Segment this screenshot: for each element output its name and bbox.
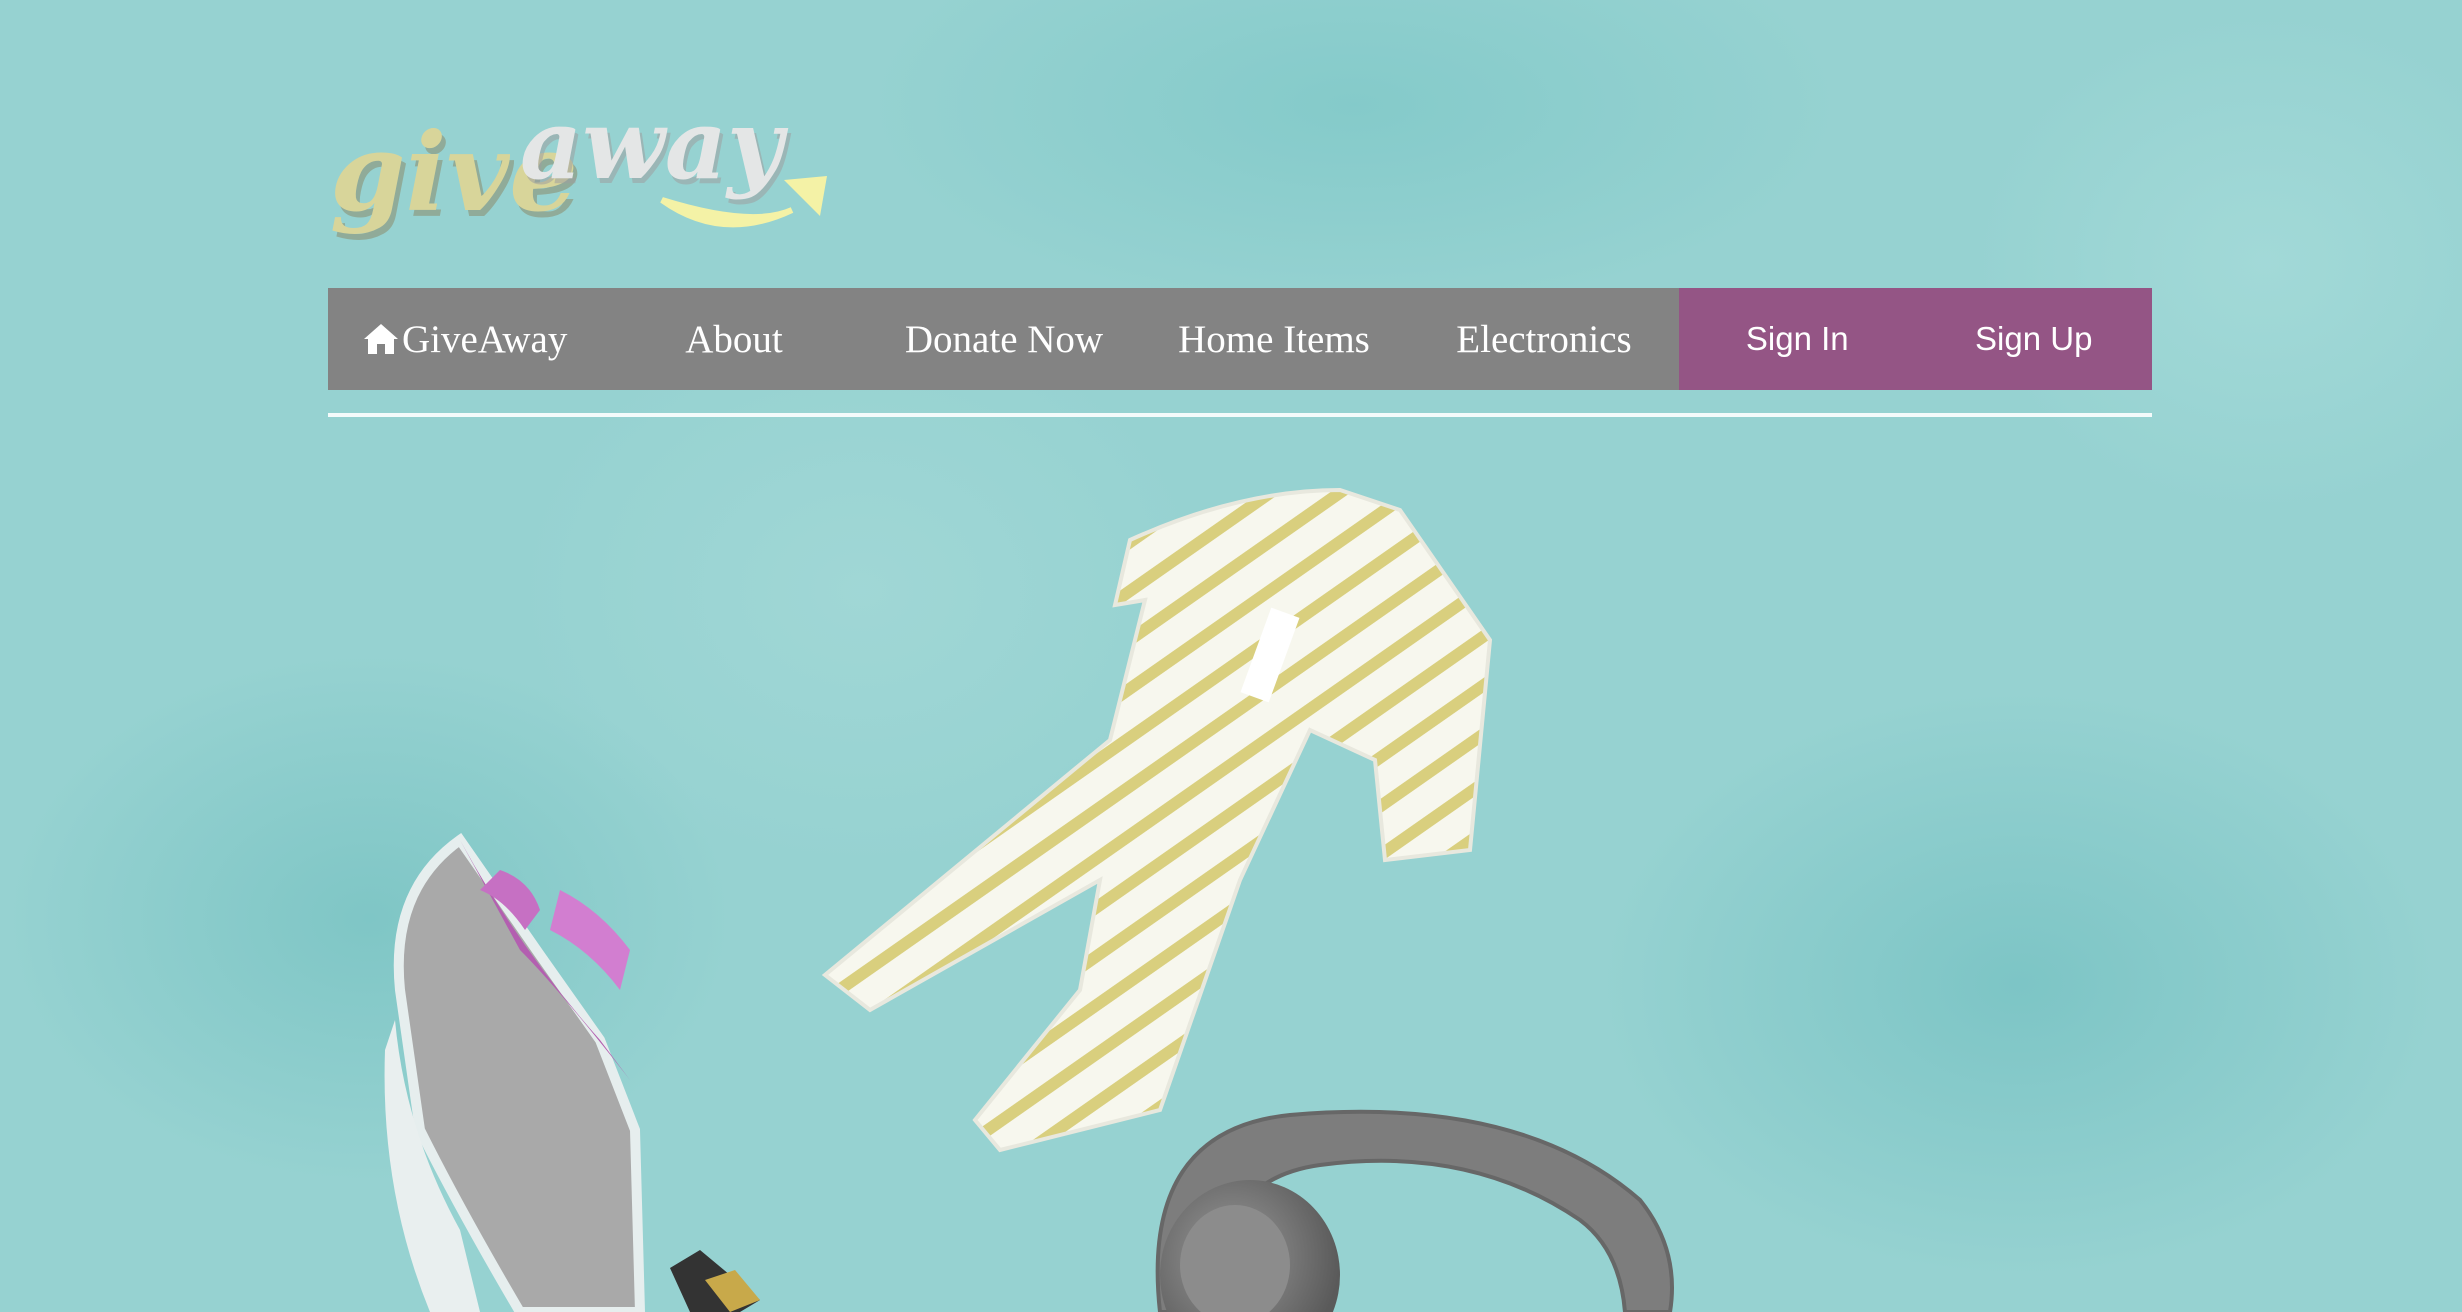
- sign-in-button[interactable]: Sign In: [1679, 288, 1916, 390]
- hero-illustration: [384, 487, 1674, 1312]
- giveaway-logo[interactable]: give give away away: [322, 88, 842, 268]
- nav-home-items-link[interactable]: Home Items: [1139, 288, 1409, 390]
- nav-about-link[interactable]: About: [599, 288, 869, 390]
- nav-home-items-label: Home Items: [1178, 317, 1370, 361]
- nav-about-label: About: [685, 317, 783, 361]
- svg-text:away: away: [520, 88, 789, 201]
- nav-donate-link[interactable]: Donate Now: [869, 288, 1139, 390]
- nav-divider: [328, 413, 2152, 417]
- nav-donate-label: Donate Now: [904, 317, 1104, 361]
- nav-electronics-link[interactable]: Electronics: [1409, 288, 1679, 390]
- auth-group: Sign In Sign Up: [1679, 288, 2152, 390]
- sneaker-image: [384, 832, 646, 1312]
- nav-electronics-label: Electronics: [1456, 317, 1632, 361]
- sign-in-label: Sign In: [1745, 320, 1849, 357]
- home-icon: [364, 324, 398, 354]
- sign-up-button[interactable]: Sign Up: [1916, 288, 2153, 390]
- nav-home-label: GiveAway: [402, 317, 568, 361]
- striped-onesie-image: [821, 487, 1493, 1153]
- pencil-image: [670, 1250, 760, 1312]
- nav-home-link[interactable]: GiveAway: [328, 288, 599, 390]
- main-navbar: GiveAway About Donate Now Home Items Ele…: [328, 288, 2152, 390]
- sign-up-label: Sign Up: [1975, 320, 2093, 357]
- headphones-image: [1155, 1109, 1674, 1312]
